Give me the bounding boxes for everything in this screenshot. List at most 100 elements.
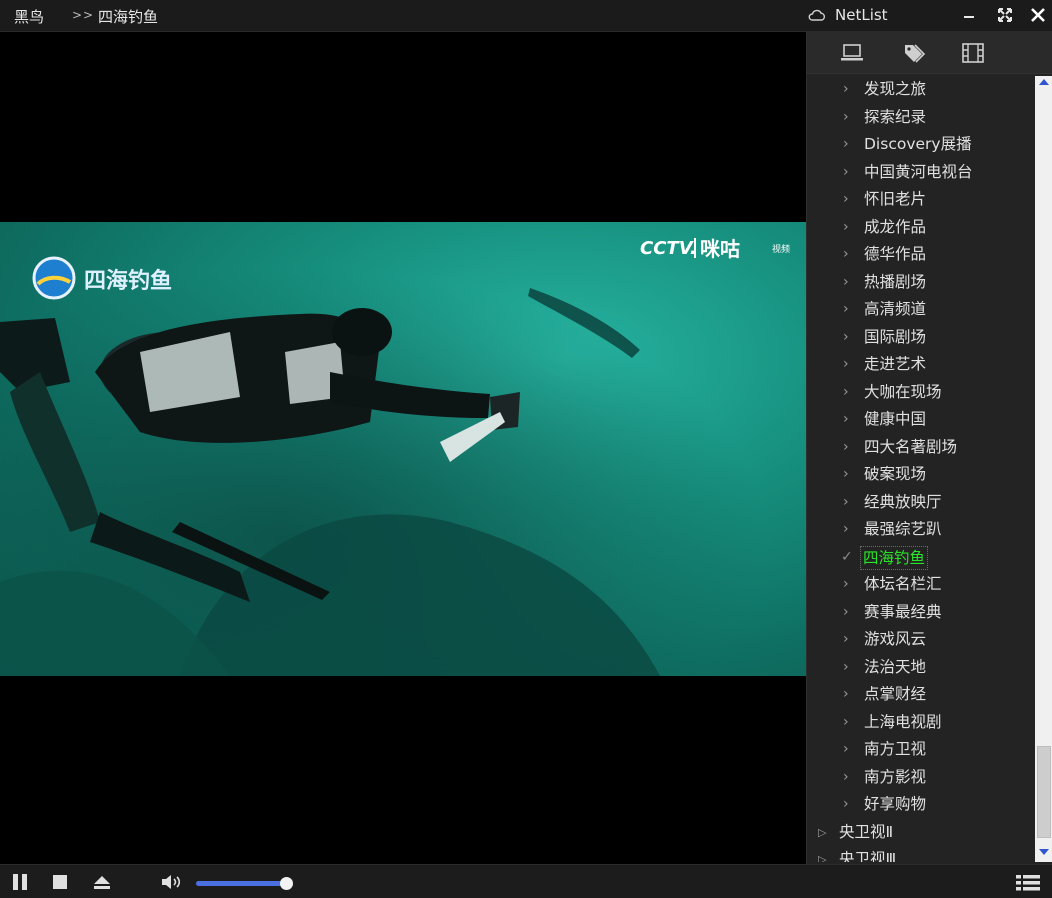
channel-label: 破案现场: [864, 465, 927, 483]
channel-item[interactable]: › 上海电视剧: [807, 709, 1035, 737]
list-icon: [1016, 875, 1040, 891]
channel-label: 好享购物: [864, 795, 927, 813]
playlist-toggle-button[interactable]: [1016, 874, 1040, 892]
chevron-right-icon: ›: [843, 191, 849, 207]
chevron-right-icon: ›: [843, 466, 849, 482]
channel-item[interactable]: › 中国黄河电视台: [807, 159, 1035, 187]
scroll-thumb[interactable]: [1037, 746, 1051, 838]
channel-item[interactable]: › 经典放映厅: [807, 489, 1035, 517]
channel-label: 四大名著剧场: [864, 437, 958, 456]
tab-local[interactable]: [839, 41, 865, 65]
cctv-logo-text: CCTV.: [640, 238, 697, 259]
mute-button[interactable]: [160, 873, 182, 891]
channel-list[interactable]: › 发现之旅 › 探索纪录 › Discovery展播 › 中国黄河电视台 › 怀旧老片 › 成龙作品…: [807, 76, 1035, 862]
film-icon: [962, 43, 984, 63]
channel-label: 赛事最经典: [864, 602, 942, 621]
channel-item[interactable]: › 赛事最经典: [807, 599, 1035, 627]
stop-button[interactable]: [51, 873, 69, 891]
chevron-right-icon: ›: [843, 356, 849, 372]
restore-button[interactable]: [994, 4, 1016, 26]
arrow-down-icon: [1039, 849, 1049, 855]
group-label: 央卫视Ⅱ: [839, 822, 894, 841]
pause-button[interactable]: [11, 873, 29, 891]
title-bar[interactable]: 黑鸟 >> 四海钓鱼 NetList: [0, 0, 1052, 32]
close-icon: [1031, 8, 1045, 22]
close-button[interactable]: [1027, 4, 1049, 26]
chevron-right-icon: ›: [843, 246, 849, 262]
channel-item[interactable]: › 德华作品: [807, 241, 1035, 269]
channel-label: 健康中国: [864, 410, 927, 428]
chevron-right-icon: ›: [843, 81, 849, 97]
channel-item[interactable]: › 四大名著剧场: [807, 434, 1035, 462]
volume-slider[interactable]: [196, 877, 294, 890]
channel-logo-text: 四海钓鱼: [84, 268, 172, 294]
channel-label: 热播剧场: [864, 272, 927, 291]
chevron-right-icon: ›: [843, 576, 849, 592]
channel-group[interactable]: ▷ 央卫视Ⅲ: [807, 846, 1035, 862]
chevron-right-icon: ›: [843, 686, 849, 702]
channel-item[interactable]: › 破案现场: [807, 461, 1035, 489]
channel-item[interactable]: › 发现之旅: [807, 76, 1035, 104]
app-name: 黑鸟: [14, 8, 45, 26]
chevron-right-icon: ›: [843, 163, 849, 180]
channel-item[interactable]: › 探索纪录: [807, 104, 1035, 132]
channel-item[interactable]: › Discovery展播: [807, 131, 1035, 159]
chevron-right-icon: ›: [843, 383, 849, 400]
channel-label: 点掌财经: [864, 685, 927, 703]
channel-label: 中国黄河电视台: [864, 162, 973, 181]
chevron-right-icon: ›: [843, 768, 849, 785]
channel-item-active[interactable]: ✓ 四海钓鱼: [807, 544, 1035, 572]
tags-icon: [905, 44, 926, 63]
channel-item[interactable]: › 国际剧场: [807, 324, 1035, 352]
channel-item[interactable]: › 大咖在现场: [807, 379, 1035, 407]
video-area[interactable]: 四海钓鱼 CCTV. 咪咕 视频: [0, 32, 806, 864]
channel-item[interactable]: › 最强综艺趴: [807, 516, 1035, 544]
channel-group[interactable]: ▷ 央卫视Ⅱ: [807, 819, 1035, 847]
eject-button[interactable]: [92, 873, 112, 891]
chevron-right-icon: ›: [843, 438, 849, 455]
chevron-right-icon: ›: [843, 218, 849, 235]
channel-item[interactable]: › 游戏风云: [807, 626, 1035, 654]
tab-media[interactable]: [960, 41, 986, 65]
channel-item[interactable]: › 健康中国: [807, 406, 1035, 434]
chevron-right-icon: ›: [843, 603, 849, 620]
tab-favorites[interactable]: [901, 41, 927, 65]
channel-label: 四海钓鱼: [860, 545, 929, 570]
panel-tab-bar: [807, 32, 1052, 74]
group-label: 央卫视Ⅲ: [839, 850, 897, 862]
channel-item[interactable]: › 法治天地: [807, 654, 1035, 682]
netlist-title: NetList: [835, 6, 888, 24]
channel-item[interactable]: › 南方影视: [807, 764, 1035, 792]
channel-item[interactable]: › 成龙作品: [807, 214, 1035, 242]
scroll-up-button[interactable]: [1035, 76, 1052, 92]
channel-item[interactable]: › 南方卫视: [807, 736, 1035, 764]
scrollbar[interactable]: [1035, 76, 1052, 862]
volume-knob[interactable]: [280, 877, 294, 890]
channel-label: 体坛名栏汇: [864, 575, 942, 593]
expand-triangle-icon[interactable]: ▷: [818, 846, 826, 862]
channel-item[interactable]: › 体坛名栏汇: [807, 571, 1035, 599]
breadcrumb-separator: >>: [72, 8, 95, 22]
channel-item[interactable]: › 热播剧场: [807, 269, 1035, 297]
scroll-down-button[interactable]: [1035, 846, 1052, 862]
restore-icon: [998, 8, 1012, 22]
now-playing-title: 四海钓鱼: [98, 8, 159, 26]
channel-label: 经典放映厅: [864, 492, 942, 511]
computer-icon: [841, 44, 863, 61]
channel-item[interactable]: › 好享购物: [807, 791, 1035, 819]
channel-label: 成龙作品: [864, 217, 927, 236]
channel-label: Discovery展播: [864, 135, 972, 153]
channel-label: 怀旧老片: [864, 190, 927, 208]
video-frame[interactable]: 四海钓鱼 CCTV. 咪咕 视频: [0, 222, 806, 676]
netlist-panel: › 发现之旅 › 探索纪录 › Discovery展播 › 中国黄河电视台 › 怀旧老片 › 成龙作品…: [806, 32, 1052, 864]
minimize-button[interactable]: [958, 4, 980, 26]
channel-item[interactable]: › 走进艺术: [807, 351, 1035, 379]
chevron-right-icon: ›: [843, 273, 849, 290]
channel-item[interactable]: › 怀旧老片: [807, 186, 1035, 214]
channel-label: 走进艺术: [864, 355, 927, 373]
channel-item[interactable]: › 高清频道: [807, 296, 1035, 324]
chevron-right-icon: ›: [843, 658, 849, 675]
channel-label: 上海电视剧: [864, 712, 942, 731]
expand-triangle-icon[interactable]: ▷: [818, 819, 826, 846]
channel-item[interactable]: › 点掌财经: [807, 681, 1035, 709]
